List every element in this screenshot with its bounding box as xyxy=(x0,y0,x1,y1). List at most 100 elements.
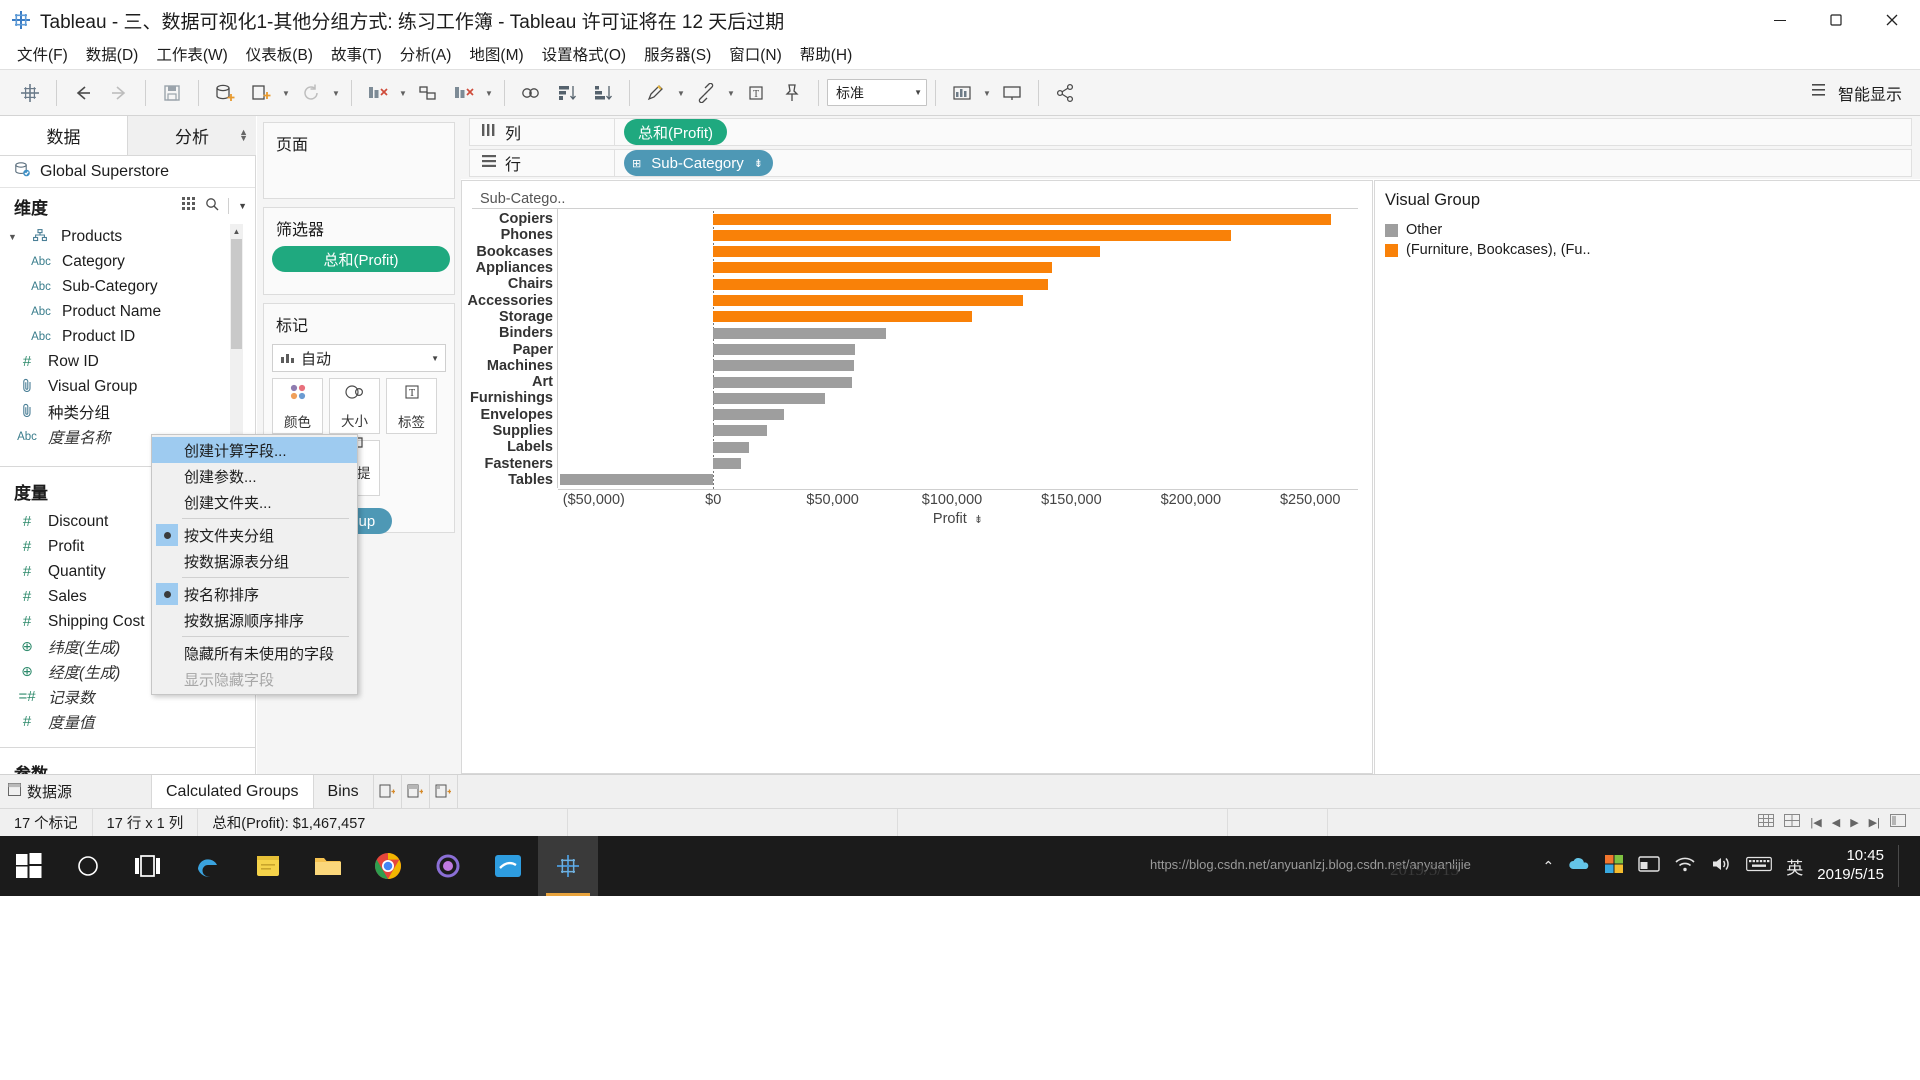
field-category[interactable]: Abc Category xyxy=(0,249,255,274)
marks-size-button[interactable]: 大小 xyxy=(329,378,380,434)
maximize-button[interactable] xyxy=(1808,0,1864,40)
show-hide-cards-dropdown-icon[interactable]: ▼ xyxy=(980,76,994,110)
menu-window[interactable]: 窗口(N) xyxy=(720,40,791,68)
ctx-create-parameter[interactable]: 创建参数... xyxy=(152,463,357,489)
show-desktop-button[interactable] xyxy=(1898,845,1904,887)
ctx-create-calculated-field[interactable]: 创建计算字段... xyxy=(152,437,357,463)
group-members-icon[interactable] xyxy=(513,76,549,110)
menu-data[interactable]: 数据(D) xyxy=(77,40,148,68)
field-measure-values[interactable]: # 度量值 xyxy=(0,709,255,734)
network-icon[interactable] xyxy=(1674,855,1696,877)
bar-mark[interactable] xyxy=(713,246,1100,258)
marks-type-selector[interactable]: 自动 ▼ xyxy=(272,344,446,372)
tab-analytics[interactable]: 分析 ▲ ▼ xyxy=(128,116,256,155)
category-label[interactable]: Chairs xyxy=(472,276,556,292)
blue-app-icon[interactable] xyxy=(478,836,538,896)
chevron-down-icon[interactable]: ▼ xyxy=(8,232,19,242)
category-label[interactable]: Machines xyxy=(472,358,556,374)
category-label[interactable]: Labels xyxy=(472,439,556,455)
sheet-tab-calculated-groups[interactable]: Calculated Groups xyxy=(152,775,314,808)
refresh-dropdown-icon[interactable]: ▼ xyxy=(329,76,343,110)
keyboard-icon[interactable] xyxy=(1746,856,1773,876)
ctx-group-by-folder[interactable]: 按文件夹分组 xyxy=(152,522,357,548)
refresh-icon[interactable] xyxy=(293,76,329,110)
highlight-icon[interactable] xyxy=(638,76,674,110)
share-icon[interactable] xyxy=(1047,76,1083,110)
new-worksheet-icon[interactable] xyxy=(243,76,279,110)
dimensions-scrollbar-track[interactable]: ▲ xyxy=(230,224,243,460)
new-worksheet-tab-button[interactable] xyxy=(374,775,402,808)
bar-mark[interactable] xyxy=(713,327,887,339)
forward-arrow-icon[interactable] xyxy=(101,76,137,110)
category-label[interactable]: Storage xyxy=(472,309,556,325)
bar-mark[interactable] xyxy=(713,376,852,388)
bar-mark[interactable] xyxy=(713,229,1231,241)
swap-axes-icon[interactable] xyxy=(410,76,446,110)
nav-last-icon[interactable]: ▶| xyxy=(1869,816,1880,829)
sticky-notes-icon[interactable] xyxy=(238,836,298,896)
sort-ascending-icon[interactable] xyxy=(549,76,585,110)
highlight-dropdown-icon[interactable]: ▼ xyxy=(674,76,688,110)
onedrive-icon[interactable] xyxy=(1568,855,1590,877)
add-datasource-icon[interactable] xyxy=(207,76,243,110)
new-worksheet-dropdown-icon[interactable]: ▼ xyxy=(279,76,293,110)
datasource-row[interactable]: Global Superstore xyxy=(0,156,255,188)
field-visual-group[interactable]: Visual Group xyxy=(0,374,255,399)
category-label[interactable]: Appliances xyxy=(472,260,556,276)
show-cards-icon[interactable] xyxy=(1890,814,1906,831)
field-products-folder[interactable]: ▼ Products xyxy=(0,224,255,249)
rows-pill-sub-category[interactable]: ⊞ Sub-Category ⇟ xyxy=(624,150,773,176)
bar-mark[interactable] xyxy=(713,213,1331,225)
category-label[interactable]: Bookcases xyxy=(472,244,556,260)
updown-spinner-icon[interactable]: ▲ ▼ xyxy=(239,128,248,143)
ctx-sort-by-name[interactable]: 按名称排序 xyxy=(152,581,357,607)
edge-browser-icon[interactable] xyxy=(178,836,238,896)
clear-sheet-dropdown-icon[interactable]: ▼ xyxy=(396,76,410,110)
sort-indicator-icon[interactable]: ⇟ xyxy=(754,157,763,170)
dimensions-scrollbar-thumb[interactable] xyxy=(231,239,242,349)
search-icon[interactable] xyxy=(205,197,219,216)
cortana-search-icon[interactable] xyxy=(58,836,118,896)
menu-map[interactable]: 地图(M) xyxy=(460,40,532,68)
field-sub-category[interactable]: Abc Sub-Category xyxy=(0,274,255,299)
legend-item-other[interactable]: Other xyxy=(1375,220,1920,240)
marks-label-button[interactable]: T 标签 xyxy=(386,378,437,434)
bar-mark[interactable] xyxy=(713,360,854,372)
field-zhonglei-fenzu[interactable]: 种类分组 xyxy=(0,399,255,424)
bar-mark[interactable] xyxy=(713,278,1049,290)
ctx-create-folder[interactable]: 创建文件夹... xyxy=(152,489,357,515)
menu-analysis[interactable]: 分析(A) xyxy=(391,40,461,68)
columns-drop-zone[interactable]: 总和(Profit) xyxy=(615,118,1912,146)
category-label[interactable]: Fasteners xyxy=(472,455,556,472)
task-view-icon[interactable] xyxy=(118,836,178,896)
menu-story[interactable]: 故事(T) xyxy=(322,40,391,68)
tableau-taskbar-icon[interactable] xyxy=(538,836,598,896)
cortana-app-icon[interactable] xyxy=(418,836,478,896)
show-labels-icon[interactable]: T xyxy=(738,76,774,110)
tray-expand-icon[interactable]: ⌃ xyxy=(1543,858,1555,875)
bar-mark[interactable] xyxy=(713,392,826,404)
category-label[interactable]: Accessories xyxy=(468,292,556,309)
menu-format[interactable]: 设置格式(O) xyxy=(533,40,635,68)
grid-toggle-icon[interactable] xyxy=(1758,814,1775,831)
field-product-id[interactable]: Abc Product ID xyxy=(0,324,255,349)
nav-prev-icon[interactable]: ◀ xyxy=(1832,816,1840,829)
category-label[interactable]: Binders xyxy=(472,325,556,341)
bar-mark[interactable] xyxy=(713,458,741,469)
filter-pill-profit[interactable]: 总和(Profit) xyxy=(272,246,450,272)
category-label[interactable]: Phones xyxy=(472,227,556,243)
grid-view-icon[interactable] xyxy=(182,196,196,216)
category-label[interactable]: Supplies xyxy=(472,423,556,439)
ctx-hide-all-unused-fields[interactable]: 隐藏所有未使用的字段 xyxy=(152,640,357,666)
bar-mark[interactable] xyxy=(713,262,1052,274)
scroll-up-arrow-icon[interactable]: ▲ xyxy=(230,224,243,238)
back-arrow-icon[interactable] xyxy=(65,76,101,110)
ctx-sort-by-datasource-order[interactable]: 按数据源顺序排序 xyxy=(152,607,357,633)
fix-axes-dropdown-icon[interactable]: ▼ xyxy=(724,76,738,110)
fit-selector[interactable]: 标准 ▼ xyxy=(827,79,927,106)
presentation-pin-icon[interactable] xyxy=(774,76,810,110)
action-center-icon[interactable] xyxy=(1638,855,1660,877)
tab-data[interactable]: 数据 xyxy=(0,116,128,155)
field-product-name[interactable]: Abc Product Name xyxy=(0,299,255,324)
menu-help[interactable]: 帮助(H) xyxy=(791,40,862,68)
